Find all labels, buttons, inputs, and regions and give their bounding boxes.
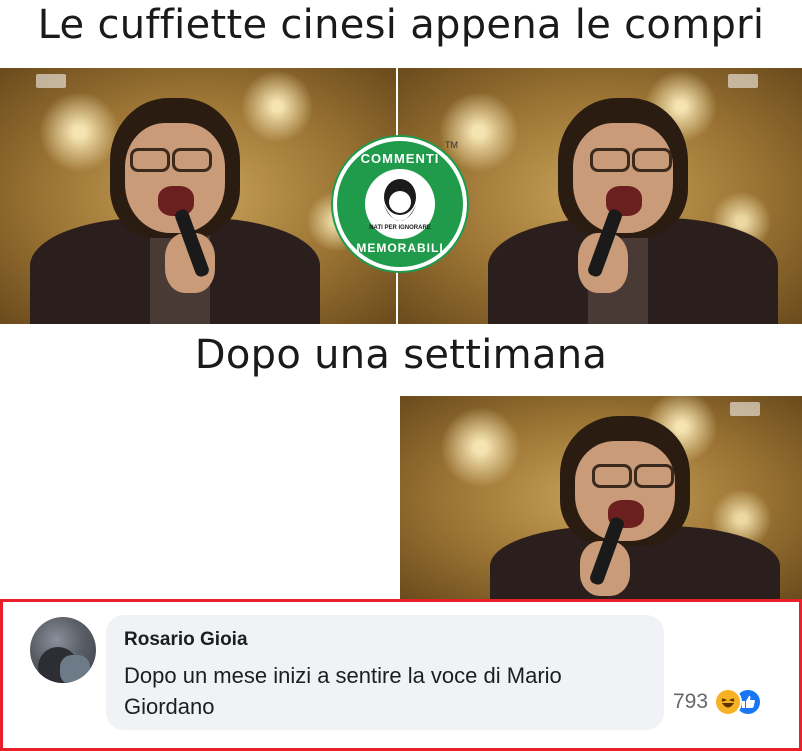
reaction-count: 793	[673, 690, 709, 713]
commenti-memorabili-logo: COMMENTI MEMORABILI NATI PER IGNORARE	[333, 137, 467, 271]
caption-top: Le cuffiette cinesi appena le compri	[37, 2, 765, 48]
avatar[interactable]	[30, 617, 96, 683]
logo-top-text: COMMENTI	[360, 151, 440, 166]
caption-middle: Dopo una settimana	[194, 332, 608, 378]
reaction-summary[interactable]: 793	[673, 688, 763, 716]
singer-image-bottom	[400, 396, 802, 601]
comment-author[interactable]: Rosario Gioia	[124, 629, 248, 651]
comment-text: Dopo un mese inizi a sentire la voce di …	[124, 663, 562, 719]
logo-small-text: NATI PER IGNORARE	[369, 225, 431, 231]
trademark-mark: TM	[445, 140, 458, 150]
logo-bottom-text: MEMORABILI	[356, 241, 444, 255]
haha-icon	[714, 688, 743, 716]
